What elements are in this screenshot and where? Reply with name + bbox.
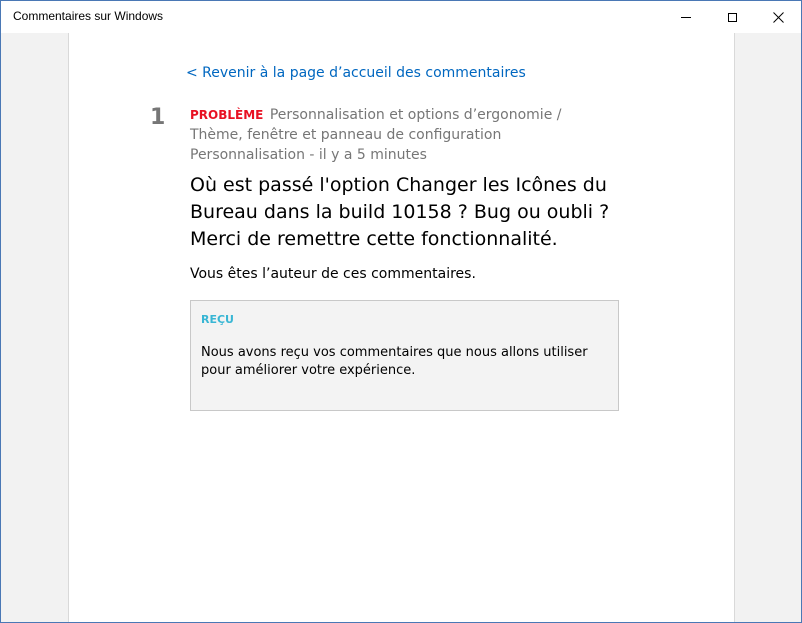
window-title: Commentaires sur Windows: [13, 9, 164, 23]
title-bar[interactable]: Commentaires sur Windows: [1, 1, 801, 33]
close-button[interactable]: [755, 1, 801, 33]
status-panel: REÇU Nous avons reçu vos commentaires qu…: [190, 300, 619, 411]
status-label: REÇU: [201, 313, 234, 326]
feedback-number: 1: [150, 105, 166, 130]
left-margin-panel: [1, 33, 69, 622]
status-message: Nous avons reçu vos commentaires que nou…: [201, 345, 588, 378]
issue-type-badge: PROBLÈME: [190, 108, 264, 122]
feedback-meta: PROBLÈME Personnalisation et options d’e…: [190, 105, 610, 165]
maximize-button[interactable]: [709, 1, 755, 33]
minimize-button[interactable]: [663, 1, 709, 33]
feedback-title: Où est passé l'option Changer les Icônes…: [190, 174, 610, 250]
close-icon: [772, 11, 784, 23]
author-note: Vous êtes l’auteur de ces commentaires.: [190, 266, 476, 282]
app-window: Commentaires sur Windows < Revenir à la …: [0, 0, 802, 623]
back-to-home-link[interactable]: < Revenir à la page d’accueil des commen…: [186, 65, 526, 81]
maximize-icon: [727, 12, 737, 22]
minimize-icon: [681, 16, 691, 18]
right-margin-panel: [734, 33, 801, 622]
